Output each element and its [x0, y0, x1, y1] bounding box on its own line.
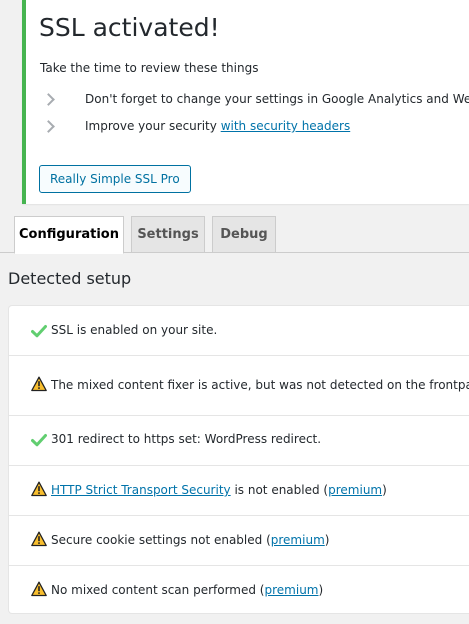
setup-item-text: 301 redirect to https set: WordPress red… — [51, 432, 322, 446]
chevron-right-icon — [42, 93, 55, 106]
warning-icon — [31, 376, 47, 392]
really-simple-ssl-pro-button[interactable]: Really Simple SSL Pro — [39, 165, 191, 193]
settings-tabs: Configuration Settings Debug — [0, 216, 469, 254]
detected-setup-title: Detected setup — [8, 269, 132, 288]
tab-configuration[interactable]: Configuration — [14, 216, 124, 254]
warning-icon — [31, 581, 47, 597]
setup-item-mixed-content-scan: No mixed content scan performed (premium… — [9, 566, 469, 613]
hsts-link[interactable]: HTTP Strict Transport Security — [51, 483, 231, 497]
todo-item-security-headers: Improve your security with security head… — [40, 118, 469, 138]
todo-text: Don't forget to change your settings in … — [85, 92, 469, 106]
setup-item-text-middle: is not enabled ( — [230, 483, 329, 497]
setup-item-text: No mixed content scan performed (premium… — [51, 583, 323, 597]
setup-item-text: SSL is enabled on your site. — [51, 323, 218, 337]
setup-item-text-suffix: ) — [318, 583, 324, 597]
security-headers-link[interactable]: with security headers — [221, 119, 351, 133]
setup-item-text-suffix: ) — [382, 483, 387, 497]
warning-icon — [31, 481, 47, 497]
tab-debug[interactable]: Debug — [212, 216, 276, 253]
setup-item-ssl-enabled: SSL is enabled on your site. — [9, 306, 469, 356]
check-icon — [31, 325, 47, 338]
premium-link[interactable]: premium — [328, 483, 382, 497]
premium-link[interactable]: premium — [271, 533, 325, 547]
setup-item-text: The mixed content fixer is active, but w… — [51, 378, 469, 392]
ssl-activated-notice: SSL activated! Take the time to review t… — [22, 0, 469, 204]
todo-item-analytics: Don't forget to change your settings in … — [40, 91, 469, 111]
setup-item-301-redirect: 301 redirect to https set: WordPress red… — [9, 416, 469, 466]
detected-setup-list: SSL is enabled on your site. The mixed c… — [8, 305, 469, 614]
setup-item-hsts: HTTP Strict Transport Security is not en… — [9, 466, 469, 516]
notice-title: SSL activated! — [39, 13, 220, 42]
setup-item-text: Secure cookie settings not enabled (prem… — [51, 533, 329, 547]
setup-item-secure-cookies: Secure cookie settings not enabled (prem… — [9, 516, 469, 566]
tab-settings[interactable]: Settings — [131, 216, 205, 253]
setup-item-text: HTTP Strict Transport Security is not en… — [51, 483, 387, 497]
todo-text: Improve your security with security head… — [85, 119, 350, 133]
check-icon — [31, 434, 47, 447]
setup-item-mixed-content-fixer: The mixed content fixer is active, but w… — [9, 356, 469, 416]
setup-item-text-suffix: ) — [324, 533, 330, 547]
setup-item-text-main: No mixed content scan performed ( — [51, 583, 265, 597]
setup-item-text-main: Secure cookie settings not enabled ( — [51, 533, 271, 547]
todo-text-prefix: Improve your security — [85, 119, 221, 133]
chevron-right-icon — [42, 120, 55, 133]
notice-intro: Take the time to review these things — [40, 61, 259, 75]
premium-link[interactable]: premium — [265, 583, 319, 597]
warning-icon — [31, 531, 47, 547]
